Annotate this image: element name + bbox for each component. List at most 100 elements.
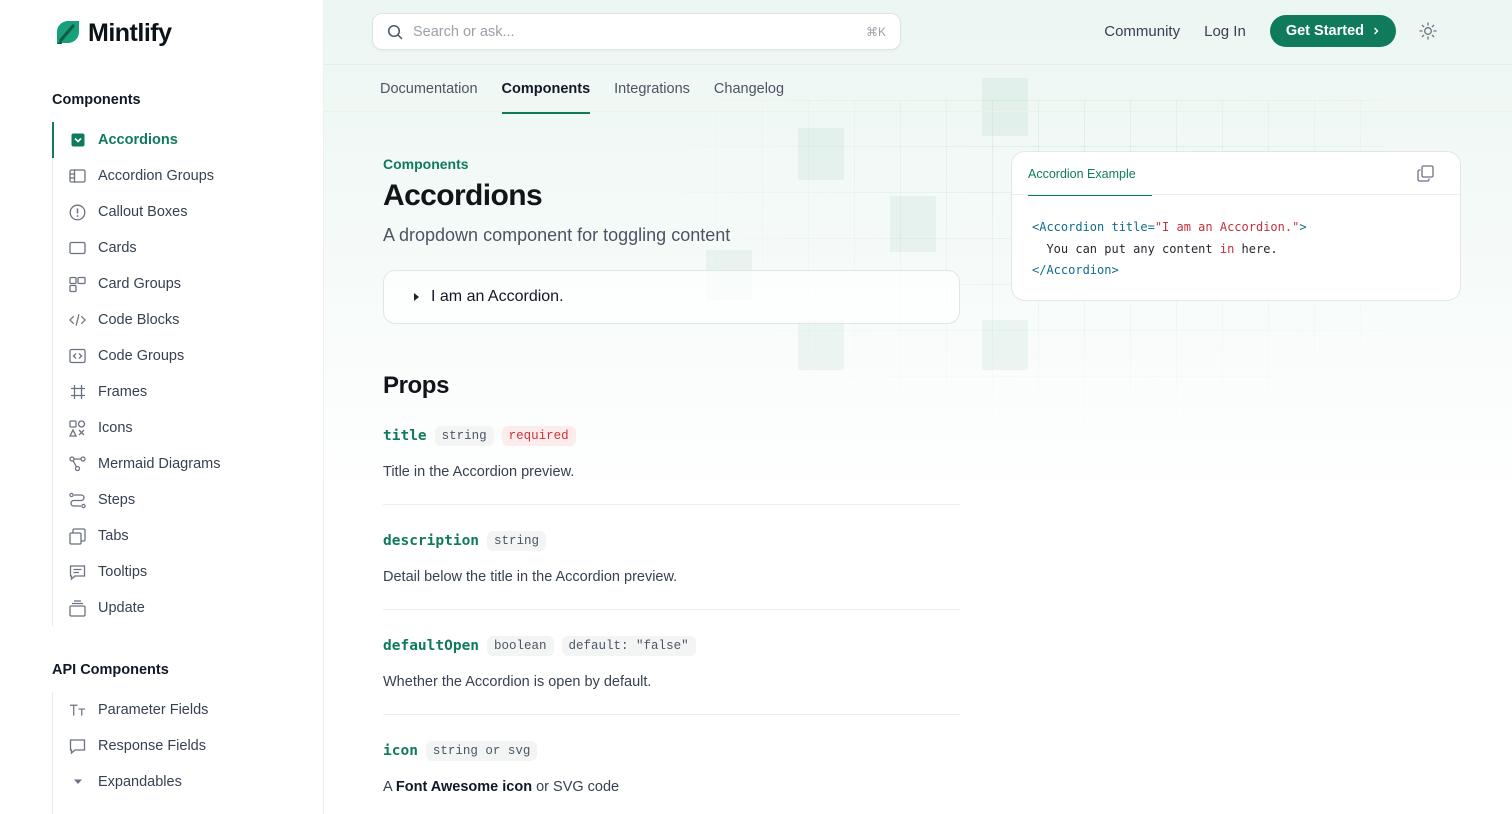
caret-right-icon xyxy=(414,293,419,301)
accordion-preview-label: I am an Accordion. xyxy=(431,288,564,305)
search-bar[interactable]: Search or ask... ⌘K xyxy=(372,13,901,50)
sidebar-item-parameter-fields[interactable]: Parameter Fields xyxy=(53,692,292,728)
sidebar-api-components-list: Parameter Fields Response Fields Expanda… xyxy=(52,692,292,814)
sidebar-item-label: Steps xyxy=(98,492,136,508)
sidebar-item-label: Frames xyxy=(98,384,148,400)
main-content: Components Accordions A dropdown compone… xyxy=(383,112,960,814)
prop-name: title xyxy=(383,428,427,444)
sidebar-item-label: Tooltips xyxy=(98,564,148,580)
sidebar-item-label: Mermaid Diagrams xyxy=(98,456,221,472)
sidebar-item-label: Accordion Groups xyxy=(98,168,215,184)
sidebar-section-title: API Components xyxy=(52,662,169,678)
code-example-panel: Accordion Example <Accordion title="I am… xyxy=(1011,151,1461,301)
prop-name: defaultOpen xyxy=(383,638,480,654)
update-icon xyxy=(69,599,86,617)
community-link[interactable]: Community xyxy=(1104,23,1180,40)
sidebar-item-label: Accordions xyxy=(98,132,178,148)
sidebar-item-accordion-groups[interactable]: Accordion Groups xyxy=(53,158,292,194)
page-eyebrow: Components xyxy=(383,156,469,172)
top-bar: Search or ask... ⌘K Community Log In Get… xyxy=(324,0,1512,64)
sidebar-item-steps[interactable]: Steps xyxy=(53,482,292,518)
card-groups-icon xyxy=(69,276,86,293)
code-token: <Accordion title= xyxy=(1032,220,1155,234)
sidebar-item-tooltips[interactable]: Tooltips xyxy=(53,554,292,590)
sidebar-item-tabs[interactable]: Tabs xyxy=(53,518,292,554)
code-token: You can put any content xyxy=(1032,241,1220,256)
sidebar-item-response-fields[interactable]: Response Fields xyxy=(53,728,292,764)
sidebar-item-label: Expandables xyxy=(98,774,182,790)
code-token: here. xyxy=(1234,241,1278,256)
sidebar-item-frames[interactable]: Frames xyxy=(53,374,292,410)
code-block: <Accordion title="I am an Accordion."> Y… xyxy=(1012,195,1460,282)
sidebar-item-label: Cards xyxy=(98,240,137,256)
prop-required-badge: required xyxy=(501,426,576,446)
message-icon xyxy=(69,738,86,755)
font-awesome-link[interactable]: Font Awesome icon xyxy=(396,779,532,795)
sidebar-item-label: Card Groups xyxy=(98,276,182,292)
sidebar-item-cards[interactable]: Cards xyxy=(53,230,292,266)
mintlify-logo-icon xyxy=(57,21,79,44)
accordion-preview[interactable]: I am an Accordion. xyxy=(383,270,960,324)
prop-default-badge: default: "false" xyxy=(561,636,696,656)
prop-type-badge: string or svg xyxy=(425,741,538,761)
icons-icon xyxy=(69,419,86,437)
sidebar: Mintlify Components Accordions Accordion… xyxy=(0,0,324,814)
chevron-right-icon xyxy=(1374,27,1379,35)
prop-type-badge: boolean xyxy=(487,636,554,656)
tabs-icon xyxy=(69,527,86,545)
prop-description: Whether the Accordion is open by default… xyxy=(383,674,652,690)
brand-name: Mintlify xyxy=(88,18,172,47)
tab-changelog[interactable]: Changelog xyxy=(714,65,784,113)
prop-default-open: defaultOpen boolean default: "false" Whe… xyxy=(383,610,960,715)
sidebar-item-label: Code Blocks xyxy=(98,312,180,328)
text-icon xyxy=(69,702,86,719)
code-line-1: <Accordion title="I am an Accordion."> xyxy=(1032,217,1440,239)
search-placeholder: Search or ask... xyxy=(413,23,515,40)
caret-down-icon xyxy=(69,774,86,791)
props-heading: Props xyxy=(383,372,450,399)
sidebar-item-callout-boxes[interactable]: Callout Boxes xyxy=(53,194,292,230)
search-shortcut: ⌘K xyxy=(865,24,886,39)
login-link[interactable]: Log In xyxy=(1204,23,1246,40)
accordion-groups-icon xyxy=(69,168,86,185)
tooltip-icon xyxy=(69,564,86,581)
copy-icon[interactable] xyxy=(1417,165,1434,182)
steps-icon xyxy=(69,492,86,509)
top-links: Community Log In Get Started xyxy=(1104,15,1396,47)
sidebar-item-label: Tabs xyxy=(98,528,129,544)
prop-description: A Font Awesome icon or SVG code xyxy=(383,779,960,795)
sidebar-item-code-groups[interactable]: Code Groups xyxy=(53,338,292,374)
code-token: </Accordion> xyxy=(1032,263,1119,277)
tab-components[interactable]: Components xyxy=(501,65,590,114)
tab-integrations[interactable]: Integrations xyxy=(614,65,690,113)
prop-description: Detail below the title in the Accordion … xyxy=(383,569,678,585)
sidebar-item-icons[interactable]: Icons xyxy=(53,410,292,446)
sidebar-section-title: Components xyxy=(52,92,141,108)
prop-title: title string required Title in the Accor… xyxy=(383,424,960,505)
code-line-3: </Accordion> xyxy=(1032,260,1440,282)
code-token: "I am an Accordion." xyxy=(1154,220,1300,234)
code-icon xyxy=(69,312,86,329)
sun-icon xyxy=(1419,22,1437,40)
prop-desc-suffix: or SVG code xyxy=(532,779,620,795)
sidebar-item-accordions[interactable]: Accordions xyxy=(52,122,292,158)
sidebar-item-code-blocks[interactable]: Code Blocks xyxy=(53,302,292,338)
diagram-icon xyxy=(69,456,86,473)
sidebar-item-mermaid-diagrams[interactable]: Mermaid Diagrams xyxy=(53,446,292,482)
sidebar-item-label: Callout Boxes xyxy=(98,204,188,220)
alert-circle-icon xyxy=(69,204,86,221)
get-started-button[interactable]: Get Started xyxy=(1269,15,1396,47)
frame-icon xyxy=(69,384,86,401)
sidebar-item-label: Code Groups xyxy=(98,348,185,364)
sidebar-item-expandables[interactable]: Expandables xyxy=(53,764,292,800)
page-subtitle: A dropdown component for toggling conten… xyxy=(383,225,731,245)
sidebar-item-label: Icons xyxy=(98,420,133,436)
sidebar-item-update[interactable]: Update xyxy=(53,590,292,626)
theme-toggle-button[interactable] xyxy=(1418,21,1438,41)
sidebar-item-card-groups[interactable]: Card Groups xyxy=(53,266,292,302)
code-tab-accordion-example[interactable]: Accordion Example xyxy=(1028,152,1152,196)
brand-logo[interactable]: Mintlify xyxy=(52,18,172,48)
tab-documentation[interactable]: Documentation xyxy=(380,65,478,113)
card-icon xyxy=(69,240,86,257)
search-icon xyxy=(387,24,403,39)
